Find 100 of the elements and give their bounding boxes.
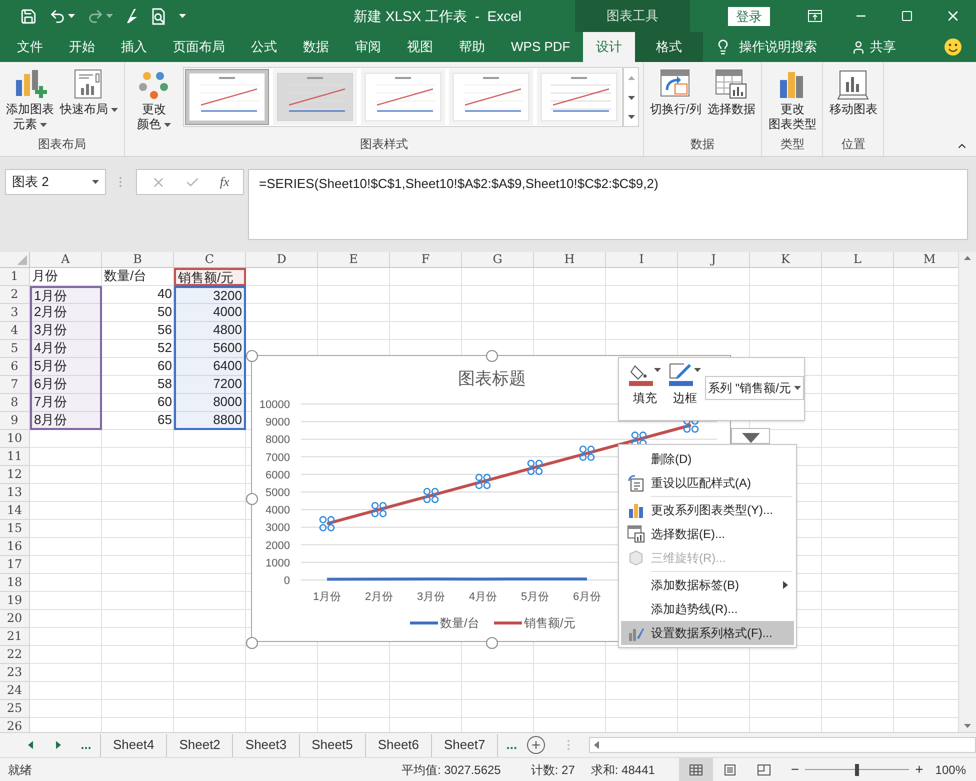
ribbon-tab[interactable]: 数据 [290, 32, 342, 62]
series-line[interactable] [327, 577, 587, 581]
column-header[interactable]: B [102, 252, 174, 267]
row-header[interactable]: 5 [0, 340, 30, 358]
table-cell[interactable]: 月份 [30, 268, 102, 286]
table-cell[interactable]: 5月份 [30, 358, 102, 376]
column-header[interactable]: F [390, 252, 462, 267]
row-header[interactable]: 7 [0, 376, 30, 394]
chart-style-thumbnail[interactable] [537, 69, 621, 125]
table-cell[interactable]: 8800 [174, 412, 246, 430]
horizontal-scrollbar[interactable] [589, 737, 976, 753]
row-header[interactable]: 19 [0, 592, 30, 610]
table-cell[interactable]: 7月份 [30, 394, 102, 412]
smiley-icon[interactable] [944, 38, 962, 56]
ribbon-tab[interactable]: 公式 [238, 32, 290, 62]
formula-field[interactable]: =SERIES(Sheet10!$C$1,Sheet10!$A$2:$A$9,Sheet10!$C$2:$C$9,2) [248, 169, 968, 240]
row-header[interactable]: 9 [0, 412, 30, 430]
table-cell[interactable]: 数量/台 [102, 268, 174, 286]
row-header[interactable]: 12 [0, 466, 30, 484]
sign-in-button[interactable]: 登录 [728, 6, 770, 26]
row-header[interactable]: 2 [0, 286, 30, 304]
table-cell[interactable]: 8000 [174, 394, 246, 412]
ribbon-button[interactable]: 添加图表 元素 [4, 66, 56, 132]
zoom-slider-thumb[interactable] [855, 764, 860, 776]
row-header[interactable]: 16 [0, 538, 30, 556]
point-handle-icon[interactable] [631, 432, 647, 447]
row-header[interactable]: 17 [0, 556, 30, 574]
chart-style-thumbnail[interactable] [449, 69, 533, 125]
ribbon-button[interactable]: 选择数据 [705, 66, 758, 117]
row-header[interactable]: 6 [0, 358, 30, 376]
column-header[interactable]: C [174, 252, 246, 267]
ribbon-button[interactable]: 更改 颜色 [129, 66, 179, 132]
table-cell[interactable]: 销售额/元 [174, 268, 246, 286]
view-button[interactable] [678, 758, 713, 781]
lightning-icon[interactable] [125, 8, 139, 24]
point-handle-icon[interactable] [475, 474, 491, 490]
ribbon-tab[interactable]: WPS PDF [498, 32, 584, 62]
fill-button[interactable]: 填充 [629, 362, 661, 407]
table-cell[interactable]: 1月份 [30, 286, 102, 304]
vertical-scrollbar[interactable] [958, 252, 976, 732]
print-preview-icon[interactable] [151, 8, 167, 24]
chart-style-thumbnail[interactable] [361, 69, 445, 125]
undo-icon[interactable] [49, 8, 66, 24]
point-handle-icon[interactable] [527, 460, 543, 475]
ribbon-tab[interactable]: 审阅 [342, 32, 394, 62]
row-header[interactable]: 26 [0, 718, 30, 732]
table-cell[interactable]: 2月份 [30, 304, 102, 322]
column-header[interactable]: A [30, 252, 102, 267]
ribbon-tab[interactable]: 页面布局 [160, 32, 238, 62]
column-header[interactable]: H [534, 252, 606, 267]
zoom-level[interactable]: 100% [935, 760, 966, 778]
row-header[interactable]: 18 [0, 574, 30, 592]
chart-style-thumbnail[interactable] [185, 69, 269, 125]
row-header[interactable]: 8 [0, 394, 30, 412]
row-header[interactable]: 11 [0, 448, 30, 466]
row-header[interactable]: 22 [0, 646, 30, 664]
table-cell[interactable]: 7200 [174, 376, 246, 394]
ribbon-button[interactable]: 快速布局 [58, 66, 120, 117]
resize-handle[interactable] [486, 350, 498, 362]
point-handle-icon[interactable] [371, 502, 387, 518]
table-cell[interactable]: 65 [102, 412, 174, 430]
row-header[interactable]: 13 [0, 484, 30, 502]
column-header[interactable]: G [462, 252, 534, 267]
zoom-in-button[interactable]: + [915, 759, 924, 780]
zoom-slider[interactable] [805, 764, 910, 776]
ribbon-button[interactable]: 更改 图表类型 [766, 66, 818, 132]
resize-handle[interactable] [486, 637, 498, 649]
column-header[interactable]: D [246, 252, 318, 267]
row-header[interactable]: 25 [0, 700, 30, 718]
ribbon-tab[interactable]: 视图 [394, 32, 446, 62]
chart-style-thumbnail[interactable] [273, 69, 357, 125]
insert-function-button[interactable]: fx [220, 172, 230, 192]
more-sheets-button[interactable]: ... [78, 735, 94, 755]
table-cell[interactable]: 50 [102, 304, 174, 322]
table-cell[interactable]: 6400 [174, 358, 246, 376]
table-cell[interactable]: 58 [102, 376, 174, 394]
column-header[interactable]: L [822, 252, 894, 267]
ribbon-button[interactable]: 切换行/列 [648, 66, 704, 117]
row-header[interactable]: 3 [0, 304, 30, 322]
tell-me-field[interactable]: 操作说明搜索 [739, 37, 818, 57]
column-header[interactable]: J [678, 252, 750, 267]
row-header[interactable]: 24 [0, 682, 30, 700]
zoom-out-button[interactable]: − [790, 759, 800, 780]
ribbon-tab[interactable]: 设计 [583, 32, 636, 62]
table-cell[interactable]: 3月份 [30, 322, 102, 340]
more-sheets-button[interactable]: ... [506, 735, 518, 755]
column-header[interactable]: I [606, 252, 678, 267]
ribbon-tab[interactable]: 开始 [56, 32, 108, 62]
ribbon-tab[interactable]: 插入 [108, 32, 160, 62]
resize-handle[interactable] [246, 493, 258, 505]
ribbon-tab[interactable]: 帮助 [446, 32, 498, 62]
chart-filter-button[interactable] [731, 428, 770, 444]
table-cell[interactable]: 60 [102, 358, 174, 376]
point-handle-icon[interactable] [423, 488, 439, 504]
redo-icon[interactable] [87, 8, 104, 24]
table-cell[interactable]: 8月份 [30, 412, 102, 430]
table-cell[interactable]: 4000 [174, 304, 246, 322]
table-cell[interactable]: 40 [102, 286, 174, 304]
share-button[interactable]: 共享 [870, 37, 896, 57]
point-handle-icon[interactable] [579, 446, 595, 461]
